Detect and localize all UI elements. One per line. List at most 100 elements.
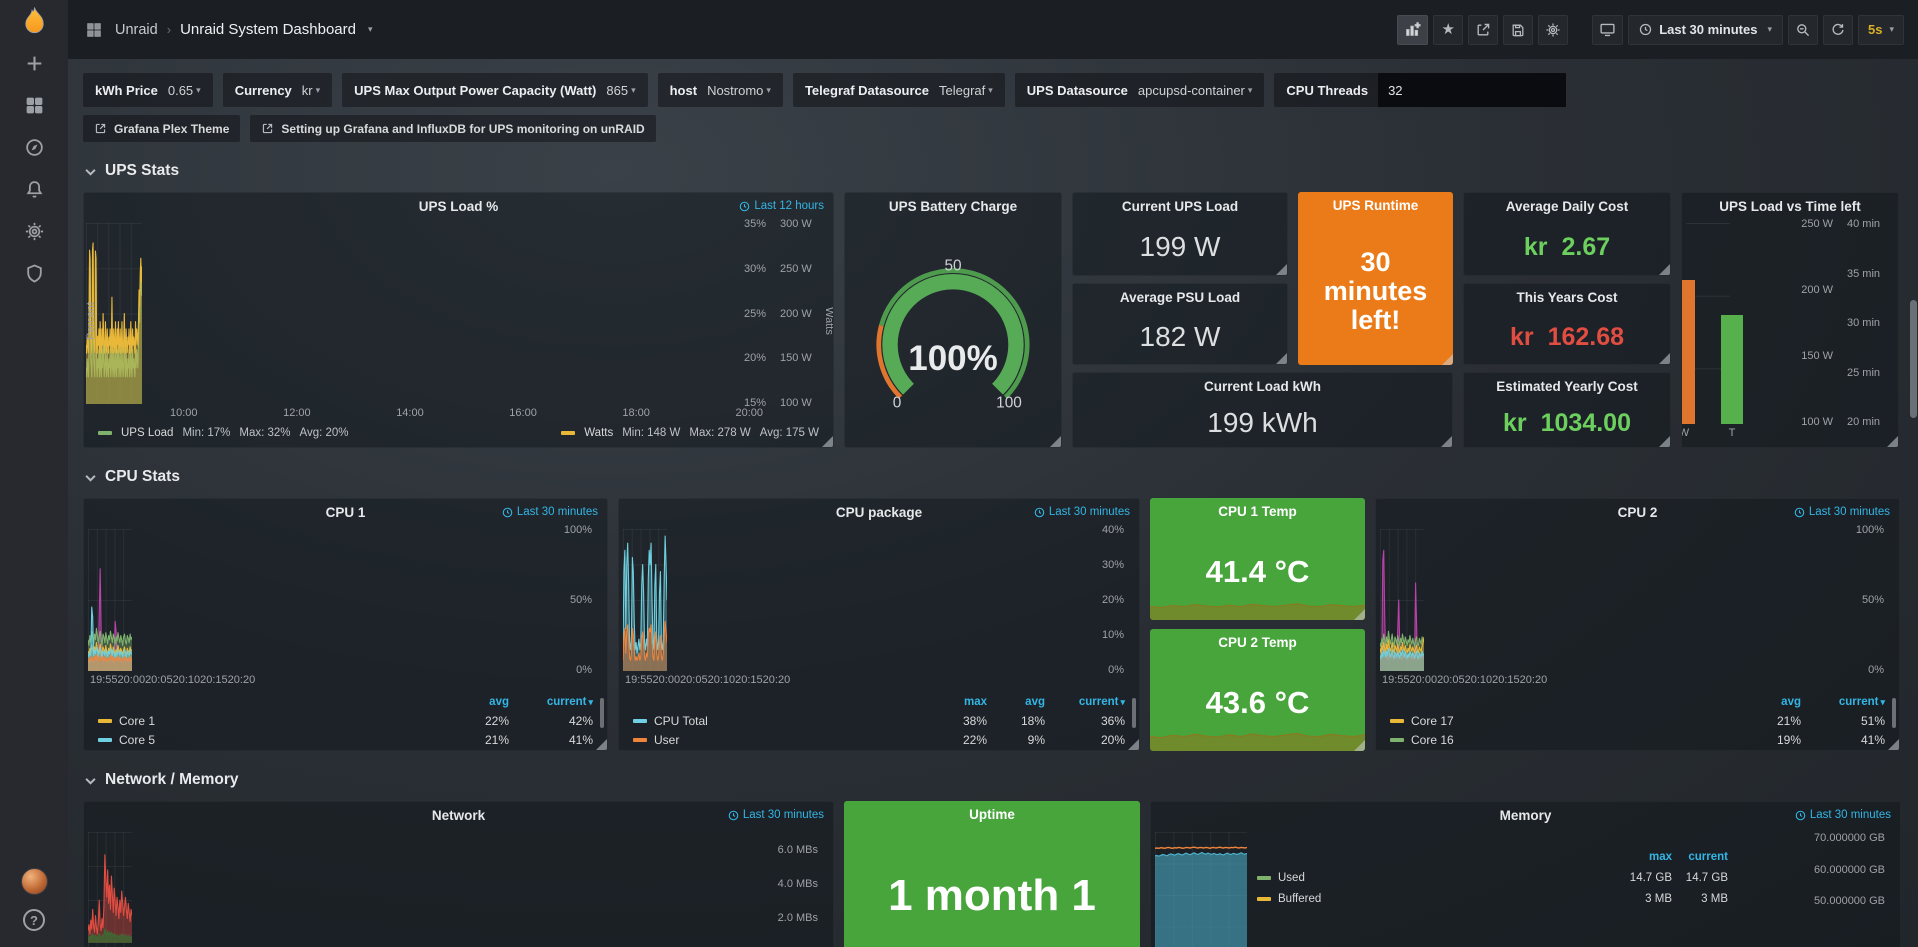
template-variables-row: kWh Price 0.65▾ Currency kr▾ UPS Max Out… xyxy=(83,73,1902,107)
cpu-threads-input[interactable] xyxy=(1378,73,1566,107)
panel-resize-handle[interactable] xyxy=(1659,353,1670,364)
variable-ups-max-output: UPS Max Output Power Capacity (Watt) 865… xyxy=(342,73,647,107)
link-grafana-plex-theme[interactable]: Grafana Plex Theme xyxy=(83,115,240,142)
panel-resize-handle[interactable] xyxy=(1128,739,1139,750)
explore-compass-icon[interactable] xyxy=(12,126,56,168)
panel-resize-handle[interactable] xyxy=(596,739,607,750)
cycle-view-button[interactable] xyxy=(1592,15,1623,45)
refresh-interval-picker[interactable]: 5s ▾ xyxy=(1858,15,1904,45)
gauge-max-label: 100 xyxy=(996,394,1022,411)
link-ups-monitoring-guide[interactable]: Setting up Grafana and InfluxDB for UPS … xyxy=(250,115,655,142)
panel-resize-handle[interactable] xyxy=(1441,436,1452,447)
panel-resize-handle[interactable] xyxy=(1354,740,1365,751)
legend-scrollbar[interactable] xyxy=(600,698,604,728)
panel-resize-handle[interactable] xyxy=(1354,609,1365,620)
legend-header-max[interactable]: max xyxy=(1620,851,1672,863)
panel-memory: Memory Last 30 minutes 70.000000 GB60.00… xyxy=(1150,801,1901,947)
dashboard-title[interactable]: Unraid System Dashboard xyxy=(180,21,356,38)
page-scrollbar[interactable] xyxy=(1910,300,1917,418)
panel-resize-handle[interactable] xyxy=(1442,354,1453,365)
apps-grid-icon[interactable] xyxy=(82,18,106,42)
panel-time-range[interactable]: Last 12 hours xyxy=(739,200,824,212)
panel-time-range[interactable]: Last 30 minutes xyxy=(1795,809,1891,821)
section-cpu-stats[interactable]: CPU Stats xyxy=(85,468,1900,486)
clock-icon xyxy=(1034,507,1045,518)
panel-resize-handle[interactable] xyxy=(1276,353,1287,364)
share-button[interactable] xyxy=(1468,15,1498,45)
panel-ups-load-vs-time-left: UPS Load vs Time left 250 W200 W150 W100… xyxy=(1681,192,1899,448)
legend-item-ups-load[interactable]: UPS Load Min: 17% Max: 32% Avg: 20% xyxy=(98,427,349,439)
legend-header-current[interactable]: current▾ xyxy=(1801,696,1885,708)
cpu2-legend: avg current▾ Core 17 21% 51% Core 16 19%… xyxy=(1376,690,1899,750)
legend-header-avg[interactable]: avg xyxy=(987,696,1045,708)
panel-cpu-package: CPU package Last 30 minutes 40%30%20%10%… xyxy=(618,498,1140,751)
chart-plot-area[interactable] xyxy=(88,529,132,671)
panel-resize-handle[interactable] xyxy=(1659,264,1670,275)
panel-resize-handle[interactable] xyxy=(1887,436,1898,447)
configuration-gear-icon[interactable] xyxy=(12,210,56,252)
legend-header-avg[interactable]: avg xyxy=(1735,696,1801,708)
save-button[interactable] xyxy=(1503,15,1533,45)
legend-item-watts[interactable]: Watts Min: 148 W Max: 278 W Avg: 175 W xyxy=(561,427,819,439)
y-axis-ticks: 6.0 MBs4.0 MBs2.0 MBs xyxy=(132,832,825,947)
chevron-down-icon: ▾ xyxy=(631,85,636,96)
panel-average-psu-load: Average PSU Load 182 W xyxy=(1072,283,1288,365)
y-axis-ticks: 100%50%0% xyxy=(1424,524,1891,676)
panel-cpu-1: CPU 1 Last 30 minutes 100%50%0% 19:5520:… xyxy=(83,498,608,751)
legend-header-current[interactable]: current xyxy=(1672,851,1728,863)
dashboard-settings-button[interactable] xyxy=(1538,15,1568,45)
legend-row: Core 16 19% 41% xyxy=(1390,730,1885,749)
breadcrumb-app[interactable]: Unraid xyxy=(115,22,158,38)
chart-plot-area[interactable] xyxy=(1155,832,1247,947)
server-admin-shield-icon[interactable] xyxy=(12,252,56,294)
panel-resize-handle[interactable] xyxy=(1888,739,1899,750)
bar-T xyxy=(1721,315,1743,424)
star-button[interactable]: ★ xyxy=(1433,15,1463,45)
legend-header-max[interactable]: max xyxy=(929,696,987,708)
variable-telegraf-datasource: Telegraf Datasource Telegraf▾ xyxy=(793,73,1005,107)
sort-caret-icon: ▾ xyxy=(1880,697,1885,707)
refresh-button[interactable] xyxy=(1823,15,1853,45)
panel-resize-handle[interactable] xyxy=(1050,436,1061,447)
panel-time-range[interactable]: Last 30 minutes xyxy=(1794,506,1890,518)
chart-plot-area[interactable] xyxy=(88,832,132,947)
legend-scrollbar[interactable] xyxy=(1132,698,1136,728)
panel-time-range[interactable]: Last 30 minutes xyxy=(728,809,824,821)
panel-resize-handle[interactable] xyxy=(822,436,833,447)
chart-plot-area[interactable]: WT xyxy=(1686,223,1730,441)
grafana-logo-icon[interactable] xyxy=(12,0,56,42)
panel-time-range[interactable]: Last 30 minutes xyxy=(502,506,598,518)
chevron-down-icon[interactable]: ▾ xyxy=(368,24,373,35)
chart-plot-area[interactable] xyxy=(623,529,667,671)
save-icon xyxy=(1510,22,1526,38)
section-ups-stats[interactable]: UPS Stats xyxy=(85,162,1900,180)
legend-header-avg[interactable]: avg xyxy=(443,696,509,708)
create-plus-icon[interactable] xyxy=(12,42,56,84)
dashboards-icon[interactable] xyxy=(12,84,56,126)
legend-header-current[interactable]: current▾ xyxy=(1045,696,1125,708)
panel-current-ups-load: Current UPS Load 199 W xyxy=(1072,192,1288,276)
chevron-down-icon xyxy=(85,164,96,179)
section-network-memory[interactable]: Network / Memory xyxy=(85,771,1900,789)
zoom-out-icon xyxy=(1795,22,1811,38)
legend-header-current[interactable]: current▾ xyxy=(509,696,593,708)
x-axis-ticks: 19:5520:0020:0520:1020:1520:20 xyxy=(88,671,132,688)
legend-row: CPU Total 38% 18% 36% xyxy=(633,711,1125,730)
time-range-picker[interactable]: Last 30 minutes ▾ xyxy=(1628,15,1783,45)
zoom-out-button[interactable] xyxy=(1788,15,1818,45)
panel-resize-handle[interactable] xyxy=(1276,264,1287,275)
add-panel-button[interactable] xyxy=(1397,15,1428,45)
panel-resize-handle[interactable] xyxy=(1659,436,1670,447)
x-axis-ticks: 10:0012:0014:0016:0018:0020:00 xyxy=(142,404,773,421)
y-axis-ticks: 40%30%20%10%0% xyxy=(667,524,1131,676)
battery-gauge: 0 50 100 100% xyxy=(845,219,1061,447)
user-avatar[interactable] xyxy=(21,868,48,895)
chart-plot-area[interactable] xyxy=(1380,529,1424,671)
legend-scrollbar[interactable] xyxy=(1892,698,1896,728)
panel-time-range[interactable]: Last 30 minutes xyxy=(1034,506,1130,518)
alerting-bell-icon[interactable] xyxy=(12,168,56,210)
x-axis-ticks: 19:5520:0020:0520:1020:1520:20 xyxy=(1380,671,1424,688)
stat-value: 199 kWh xyxy=(1207,407,1318,439)
panel-cpu-2-temp: CPU 2 Temp 43.6 °C xyxy=(1150,629,1365,751)
help-icon[interactable]: ? xyxy=(23,909,45,931)
